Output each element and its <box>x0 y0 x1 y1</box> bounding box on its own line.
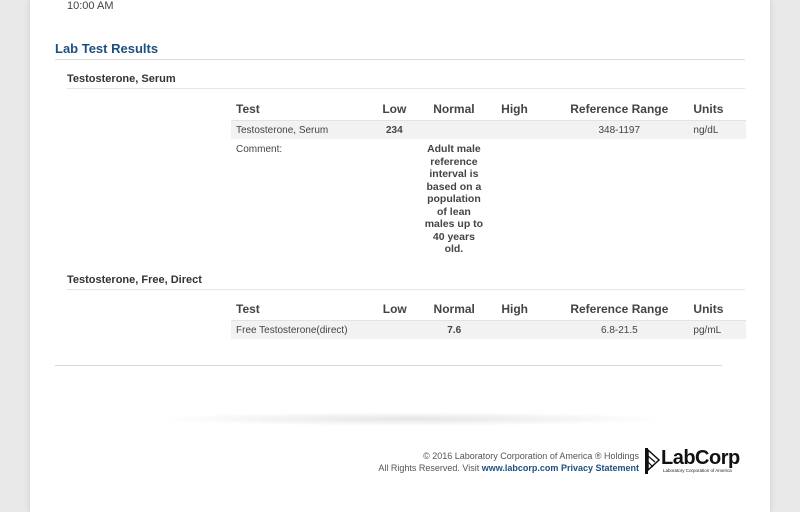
column-header-test: Test <box>231 294 366 321</box>
labcorp-website-link[interactable]: www.labcorp.com <box>482 463 559 473</box>
column-header-normal: Normal <box>423 94 484 121</box>
section-title: Lab Test Results <box>55 41 159 56</box>
test-group-divider <box>67 289 745 290</box>
footer-copyright: © 2016 Laboratory Corporation of America… <box>423 451 639 461</box>
cell-high <box>483 120 546 139</box>
column-header-high: High <box>483 94 546 121</box>
footer-rights-line: All Rights Reserved. Visit www.labcorp.c… <box>378 462 639 474</box>
results-table: Test Low Normal High Reference Range Uni… <box>231 294 746 339</box>
page-container: 10:00 AM Lab Test Results Testosterone, … <box>30 0 770 512</box>
cell-low: 234 <box>364 120 424 139</box>
column-header-units: Units <box>693 294 746 321</box>
comment-text: Adult male reference interval is based o… <box>424 143 484 255</box>
column-header-low: Low <box>364 94 424 121</box>
report-time: 10:00 AM <box>67 0 114 12</box>
cell-test: Free Testosterone(direct) <box>231 320 366 339</box>
column-header-reference: Reference Range <box>545 294 694 321</box>
column-header-low: Low <box>365 294 425 321</box>
table-header-row: Test Low Normal High Reference Range Uni… <box>231 294 746 321</box>
column-header-units: Units <box>693 94 746 121</box>
column-header-normal: Normal <box>424 294 485 321</box>
test-group-title: Testosterone, Serum <box>67 73 176 85</box>
results-table: Test Low Normal High Reference Range Uni… <box>231 94 746 256</box>
decorative-shadow <box>150 412 670 426</box>
labcorp-logo-icon <box>645 448 661 474</box>
cell-normal: 7.6 <box>424 320 485 339</box>
logo-wordmark: LabCorp <box>661 447 740 469</box>
comment-row: Comment: Adult male reference interval i… <box>231 139 746 256</box>
footer-divider <box>55 365 722 366</box>
privacy-statement-link[interactable]: Privacy Statement <box>561 463 639 473</box>
cell-units: ng/dL <box>693 120 746 139</box>
cell-reference: 348-1197 <box>545 120 694 139</box>
table-row: Testosterone, Serum 234 348-1197 ng/dL <box>231 120 746 139</box>
cell-normal <box>423 120 484 139</box>
cell-low <box>365 320 425 339</box>
column-header-high: High <box>484 294 546 321</box>
logo-subtitle: Laboratory Corporation of America <box>663 468 732 473</box>
column-header-reference: Reference Range <box>545 94 694 121</box>
table-header-row: Test Low Normal High Reference Range Uni… <box>231 94 746 121</box>
test-group-divider <box>67 88 745 89</box>
cell-test: Testosterone, Serum <box>231 120 365 139</box>
footer-rights: All Rights Reserved. Visit <box>378 463 480 473</box>
column-header-test: Test <box>231 94 365 121</box>
test-group-title: Testosterone, Free, Direct <box>67 274 202 286</box>
cell-reference: 6.8-21.5 <box>545 320 694 339</box>
comment-label: Comment: <box>236 144 283 155</box>
footer: © 2016 Laboratory Corporation of America… <box>378 450 639 474</box>
cell-units: pg/mL <box>693 320 746 339</box>
cell-high <box>484 320 546 339</box>
table-row: Free Testosterone(direct) 7.6 6.8-21.5 p… <box>231 320 746 339</box>
section-divider <box>55 59 745 60</box>
labcorp-logo: LabCorp Laboratory Corporation of Americ… <box>645 447 755 475</box>
